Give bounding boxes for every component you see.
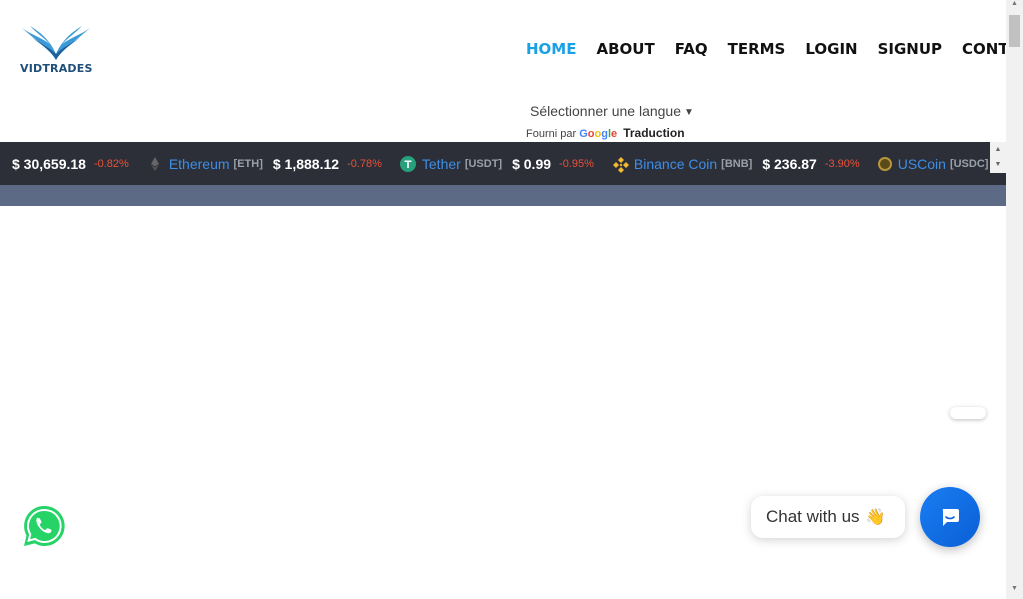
ticker-item[interactable]: Ethereum [ETH] $ 1,888.12 -0.78% xyxy=(147,156,382,172)
ticker-symbol: [ETH] xyxy=(233,157,263,170)
ticker-name: Tether xyxy=(421,155,461,172)
ethereum-icon xyxy=(147,156,163,172)
nav-login[interactable]: LOGIN xyxy=(805,40,857,58)
chevron-down-icon: ▼ xyxy=(684,107,694,118)
whatsapp-icon[interactable] xyxy=(20,502,68,550)
ticker-bottom-strip xyxy=(0,185,1006,206)
ticker-price: $ 236.87 xyxy=(762,155,817,172)
tether-icon xyxy=(399,155,416,172)
wings-logo-icon xyxy=(22,26,90,60)
ticker-item[interactable]: Binance Coin [BNB] $ 236.87 -3.90% xyxy=(612,155,860,173)
ticker-item[interactable]: Tether [USDT] $ 0.99 -0.95% xyxy=(399,155,594,172)
nav-faq[interactable]: FAQ xyxy=(675,40,708,58)
chat-prompt-text: Chat with us xyxy=(766,507,860,526)
floating-pill[interactable] xyxy=(950,407,986,419)
ticker-item[interactable]: USCoin [USDC] $ 0 xyxy=(877,155,1006,172)
ticker-change: -0.95% xyxy=(559,157,594,170)
scroll-down-icon[interactable]: ▼ xyxy=(1006,585,1023,597)
page-scrollbar[interactable]: ▲ ▼ xyxy=(1006,0,1023,599)
chevron-up-icon[interactable]: ▲ xyxy=(990,142,1006,157)
ticker-symbol: [USDC] xyxy=(949,157,989,170)
ticker-item[interactable]: $ 30,659.18 -0.82% xyxy=(0,156,129,172)
chat-prompt-bubble[interactable]: Chat with us 👋 xyxy=(751,496,905,538)
ticker-symbol: [USDT] xyxy=(464,157,503,170)
ticker-price: $ 1,888.12 xyxy=(272,155,340,172)
ticker-price: $ 0.99 xyxy=(512,155,552,172)
chevron-down-icon[interactable]: ▼ xyxy=(990,157,1006,172)
ticker-change: -0.82% xyxy=(93,157,129,170)
binance-icon xyxy=(612,156,629,173)
ticker-change: -3.90% xyxy=(824,157,860,170)
nav-terms[interactable]: TERMS xyxy=(728,40,786,58)
language-select[interactable]: Sélectionner une langue ▼ xyxy=(530,103,694,119)
ticker-name: Binance Coin xyxy=(633,155,718,172)
ticker-change: -0.78% xyxy=(347,157,382,170)
chat-launcher-button[interactable] xyxy=(920,487,980,547)
google-logo[interactable]: Google xyxy=(579,128,617,140)
ticker-price: $ 30,659.18 xyxy=(12,155,86,172)
waving-hand-icon: 👋 xyxy=(865,509,886,526)
ticker-scrollbar[interactable]: ▲ ▼ xyxy=(990,142,1006,173)
scroll-up-icon[interactable]: ▲ xyxy=(1006,0,1023,12)
crypto-ticker: $ 30,659.18 -0.82% Ethereum [ETH] $ 1,88… xyxy=(0,142,1006,185)
ticker-name: Ethereum xyxy=(168,155,230,172)
chat-icon xyxy=(942,509,959,526)
usdc-icon xyxy=(877,156,892,171)
language-select-label: Sélectionner une langue xyxy=(530,103,682,119)
nav-signup[interactable]: SIGNUP xyxy=(878,40,942,58)
vidtrades-logo[interactable]: VIDTRADES xyxy=(18,24,94,76)
main-nav: HOME ABOUT FAQ TERMS LOGIN SIGNUP CONTAC… xyxy=(526,40,1023,58)
translate-text: Traduction xyxy=(623,126,685,140)
brand-name: VIDTRADES xyxy=(20,62,93,75)
ticker-name: USCoin xyxy=(897,155,946,172)
powered-by-text: Fourni par xyxy=(526,128,577,140)
scrollbar-thumb[interactable] xyxy=(1009,15,1020,47)
google-translate-attribution: Fourni par Google Traduction xyxy=(526,126,685,140)
ticker-symbol: [BNB] xyxy=(721,157,753,170)
nav-home[interactable]: HOME xyxy=(526,40,576,58)
nav-about[interactable]: ABOUT xyxy=(596,40,654,58)
